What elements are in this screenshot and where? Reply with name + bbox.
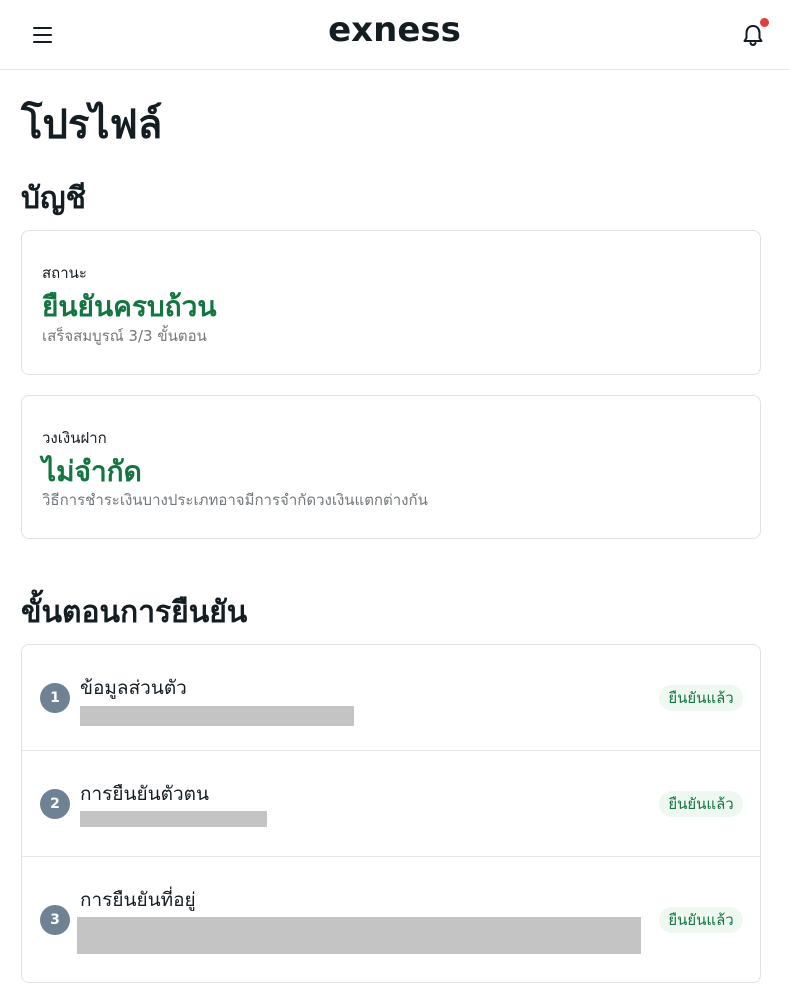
verification-section-title: ขั้นตอนการยืนยัน: [21, 595, 248, 630]
redacted-block: [80, 811, 267, 827]
step-number-badge: 2: [40, 789, 70, 819]
status-subtext: เสร็จสมบูรณ์ 3/3 ขั้นตอน: [42, 327, 207, 345]
notification-dot: [760, 18, 769, 27]
step-row-personal-info[interactable]: 1 ข้อมูลส่วนตัว ยืนยันแล้ว: [22, 645, 760, 751]
step-title: การยืนยันที่อยู่: [80, 889, 196, 911]
verified-status-badge: ยืนยันแล้ว: [659, 791, 743, 817]
step-title: ข้อมูลส่วนตัว: [80, 677, 187, 699]
deposit-limit-card: วงเงินฝาก ไม่จำกัด วิธีการชำระเงินบางประ…: [21, 395, 761, 539]
verification-steps-list: 1 ข้อมูลส่วนตัว ยืนยันแล้ว 2 การยืนยันตั…: [21, 644, 761, 983]
verified-status-badge: ยืนยันแล้ว: [659, 907, 743, 933]
redacted-block: [77, 917, 641, 954]
page-title: โปรไฟล์: [21, 102, 163, 148]
step-row-address[interactable]: 3 การยืนยันที่อยู่ ยืนยันแล้ว: [22, 857, 760, 982]
account-section-title: บัญชี: [21, 181, 86, 216]
top-bar: exness: [0, 0, 789, 70]
deposit-limit-subtext: วิธีการชำระเงินบางประเภทอาจมีการจำกัดวงเ…: [42, 491, 428, 509]
redacted-block: [80, 706, 354, 726]
status-label: สถานะ: [42, 264, 87, 282]
verified-status-badge: ยืนยันแล้ว: [659, 685, 743, 711]
deposit-limit-label: วงเงินฝาก: [42, 429, 107, 447]
step-row-identity[interactable]: 2 การยืนยันตัวตน ยืนยันแล้ว: [22, 751, 760, 857]
status-value: ยืนยันครบถ้วน: [42, 290, 217, 323]
step-number-badge: 3: [40, 905, 70, 935]
step-number-badge: 1: [40, 683, 70, 713]
status-card: สถานะ ยืนยันครบถ้วน เสร็จสมบูรณ์ 3/3 ขั้…: [21, 230, 761, 375]
exness-logo[interactable]: exness: [0, 10, 789, 50]
step-title: การยืนยันตัวตน: [80, 783, 209, 805]
